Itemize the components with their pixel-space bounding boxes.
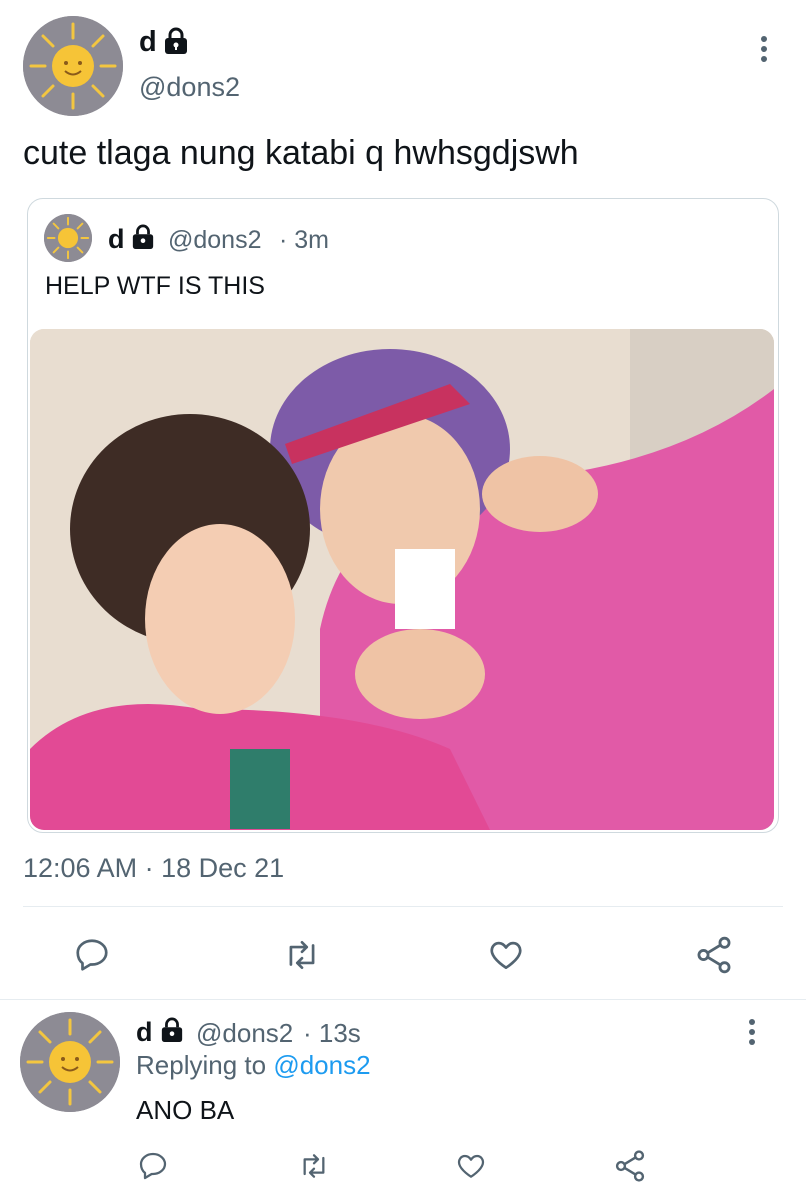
reply-text: ANO BA <box>136 1095 235 1125</box>
tweet-timestamp: 12:06 AM · 18 Dec 21 <box>23 853 285 883</box>
reply-author-avatar[interactable] <box>20 1012 120 1112</box>
retweet-icon[interactable] <box>282 936 322 974</box>
share-icon[interactable] <box>693 934 735 976</box>
author-avatar[interactable] <box>23 16 123 116</box>
retweet-icon[interactable] <box>297 1150 331 1182</box>
divider <box>0 999 806 1000</box>
share-icon[interactable] <box>612 1148 648 1184</box>
quoted-text: HELP WTF IS THIS <box>45 272 265 300</box>
author-handle[interactable]: @dons2 <box>139 72 240 103</box>
tweet-photo[interactable] <box>30 329 774 830</box>
reply-author-name[interactable]: d <box>136 1017 153 1048</box>
quoted-author-avatar <box>44 214 92 262</box>
sun-avatar-icon <box>44 214 92 262</box>
sun-avatar-icon <box>23 16 123 116</box>
quoted-time: · 3m <box>279 226 329 254</box>
quoted-author-handle: @dons2 <box>168 226 262 254</box>
reply-time: · 13s <box>303 1018 361 1048</box>
reply-author-handle[interactable]: @dons2 <box>196 1018 293 1049</box>
reply-icon[interactable] <box>137 1150 169 1182</box>
divider <box>23 906 783 907</box>
like-icon[interactable] <box>454 1150 488 1182</box>
lock-icon <box>131 224 155 250</box>
replying-to-handle-link[interactable]: @dons2 <box>273 1050 370 1080</box>
lock-icon <box>160 1017 184 1043</box>
tweet-text: cute tlaga nung katabi q hwhsgdjswh <box>23 134 579 172</box>
more-options-icon[interactable] <box>749 1019 757 1049</box>
photo-image <box>30 329 774 830</box>
lock-icon <box>163 27 189 55</box>
more-options-icon[interactable] <box>761 36 769 66</box>
sun-avatar-icon <box>20 1012 120 1112</box>
author-name[interactable]: d <box>139 26 157 59</box>
quoted-author-name: d <box>108 224 125 254</box>
quoted-tweet-card[interactable]: d @dons2 · 3m HELP WTF IS THIS <box>27 198 779 833</box>
reply-icon[interactable] <box>73 936 111 974</box>
like-icon[interactable] <box>486 936 526 974</box>
replying-to-label: Replying to <box>136 1050 267 1080</box>
